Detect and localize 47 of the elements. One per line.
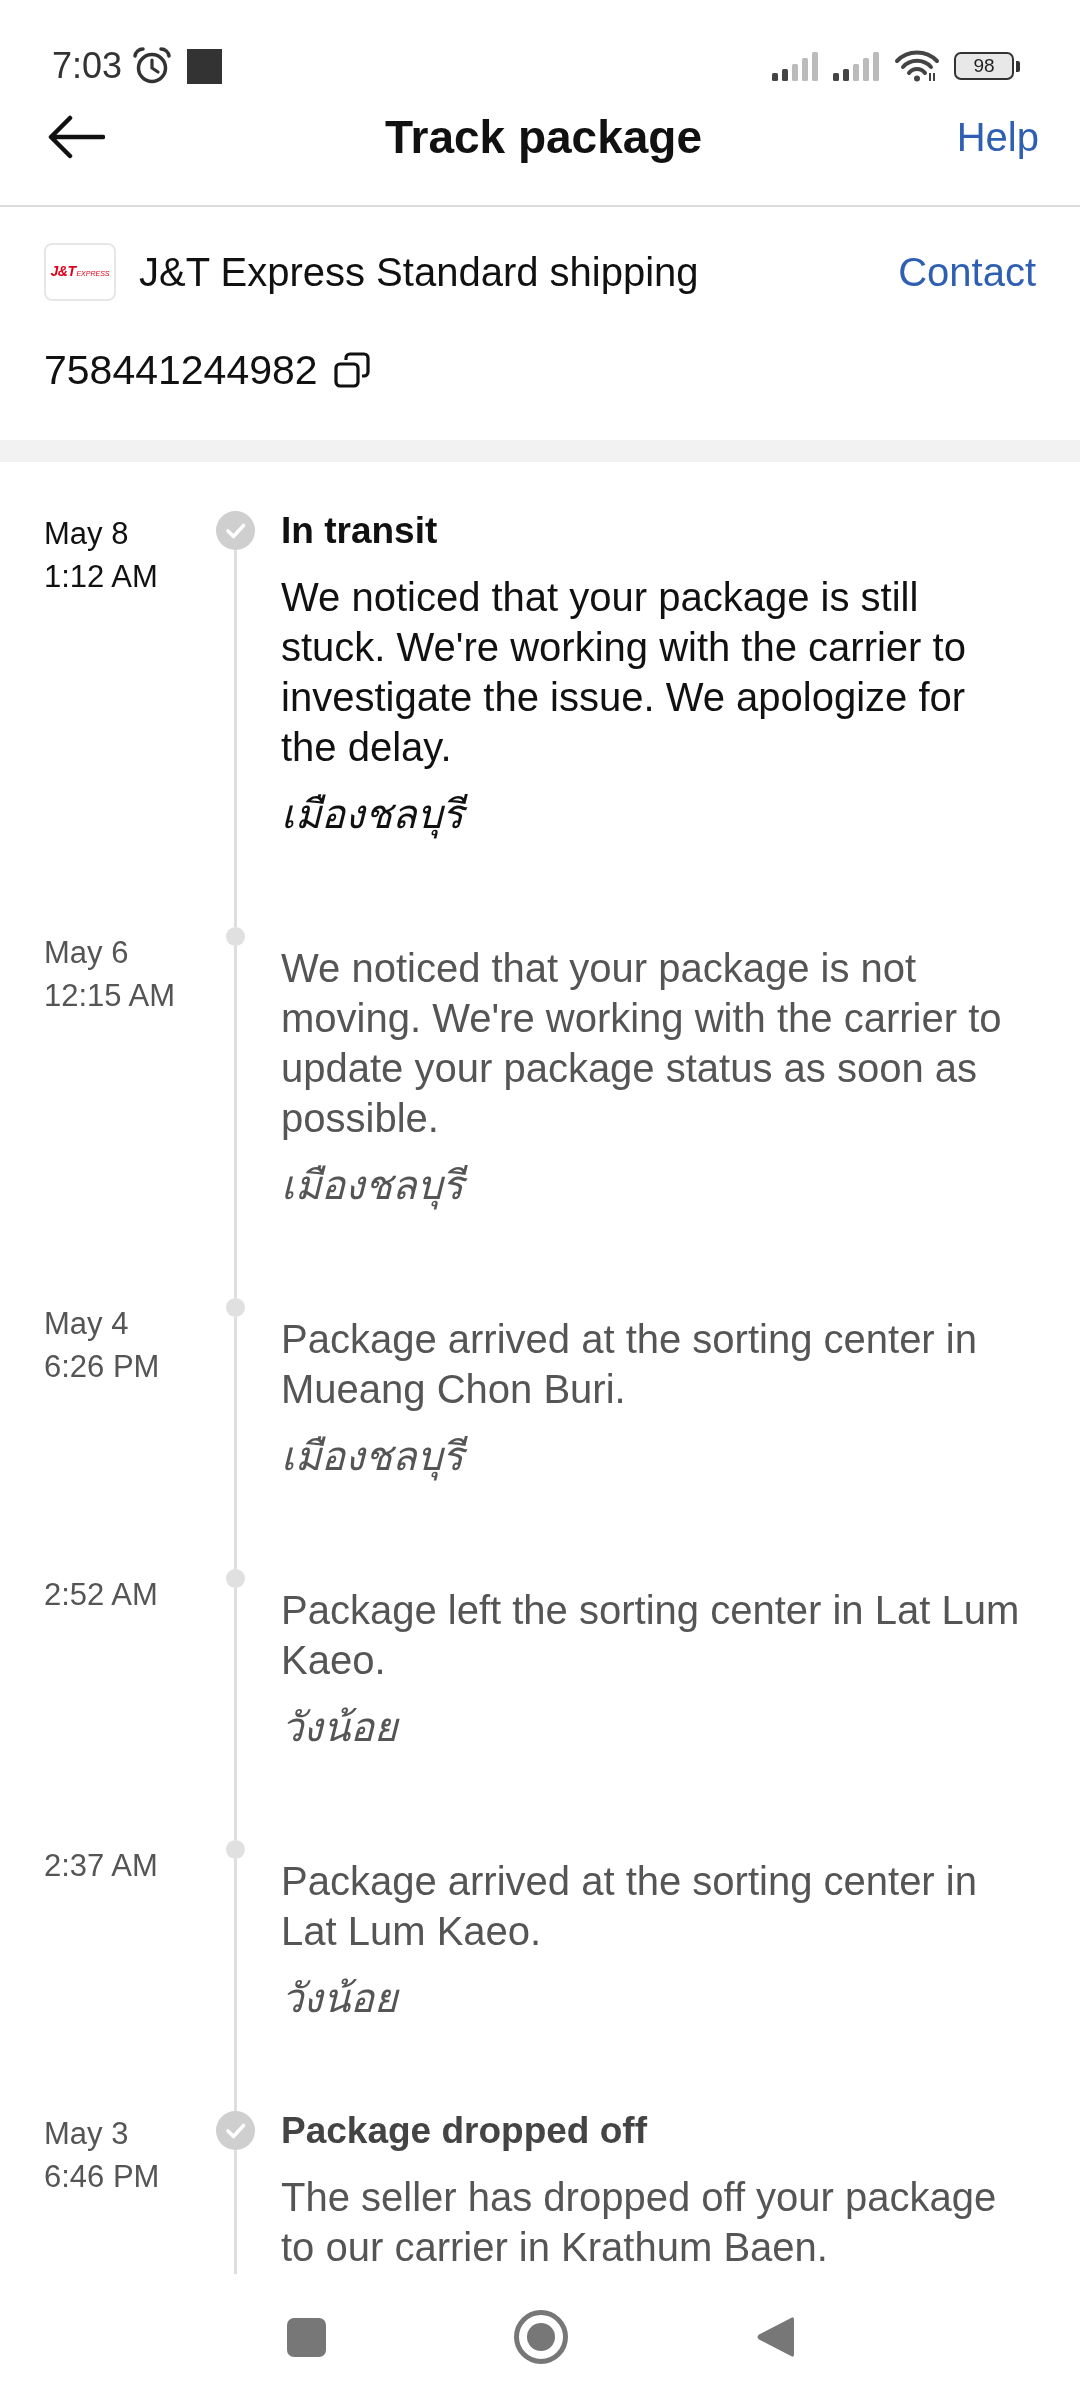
entry-location: วังน้อย [281,1973,1026,2023]
carrier-name: J&T Express Standard shipping [139,249,699,296]
status-time: 7:03 [52,46,123,86]
check-circle-icon [215,511,255,550]
entry-date: May 3 [44,2115,130,2153]
check-circle-icon [215,2111,255,2150]
signal-icon [772,51,819,81]
entry-description: Package arrived at the sorting center in Lat Lum Kaeo. [281,1858,978,1955]
tracking-number: 758441244982 [44,346,318,395]
entry-title: In transit [281,511,439,551]
square-icon [187,48,223,84]
battery-indicator: 98 [954,52,1020,80]
logo-wordmark: J&T [50,263,76,279]
contact-link[interactable]: Contact [898,247,1036,297]
entry-time: 6:26 PM [44,1348,161,1386]
entry-description: We noticed that your package is not moving. We're working with the carrier to update your package status as soon as possible. [281,945,1003,1142]
entry-time: 2:37 AM [44,1847,159,1885]
entry-title: Package dropped off [281,2111,648,2151]
copy-icon[interactable] [333,352,370,388]
page-title: Track package [384,112,703,162]
home-ring-icon[interactable] [513,2310,568,2364]
entry-description: Package arrived at the sorting center in Mueang Chon Buri. [281,1316,978,1413]
entry-description: We noticed that your package is still stuck. We're working with the carrier to investigate the issue. We apologize for the delay. [281,574,967,771]
help-link[interactable]: Help [956,112,1039,162]
back-arrow-icon[interactable] [48,114,105,160]
timeline-dot-icon [225,927,245,946]
recents-square-icon[interactable] [286,2317,326,2357]
entry-date: May 4 [44,1305,130,1343]
timeline-dot-icon [225,1569,245,1588]
wifi-icon [894,50,940,82]
signal-icon [833,51,880,81]
entry-description: The seller has dropped off your package to our carrier in Krathum Baen. [281,2174,998,2271]
entry-location: เมืองชลบุรี [281,1160,1026,1210]
timeline-dot-icon [225,1840,245,1859]
entry-date: May 8 [44,515,130,553]
back-triangle-icon[interactable] [755,2314,794,2360]
alarm-clock-icon [132,47,173,85]
entry-time: 1:12 AM [44,558,159,596]
entry-time: 2:52 AM [44,1576,159,1614]
entry-time: 12:15 AM [44,977,176,1015]
timeline-dot-icon [225,1298,245,1317]
entry-description: Package left the sorting center in Lat Lum Kaeo. [281,1587,1021,1684]
entry-location: เมืองชลบุรี [281,789,1026,839]
entry-location: เมืองชลบุรี [281,1431,1026,1481]
entry-date: May 6 [44,934,130,972]
entry-location: วังน้อย [281,1702,1026,1752]
entry-time: 6:46 PM [44,2158,161,2196]
